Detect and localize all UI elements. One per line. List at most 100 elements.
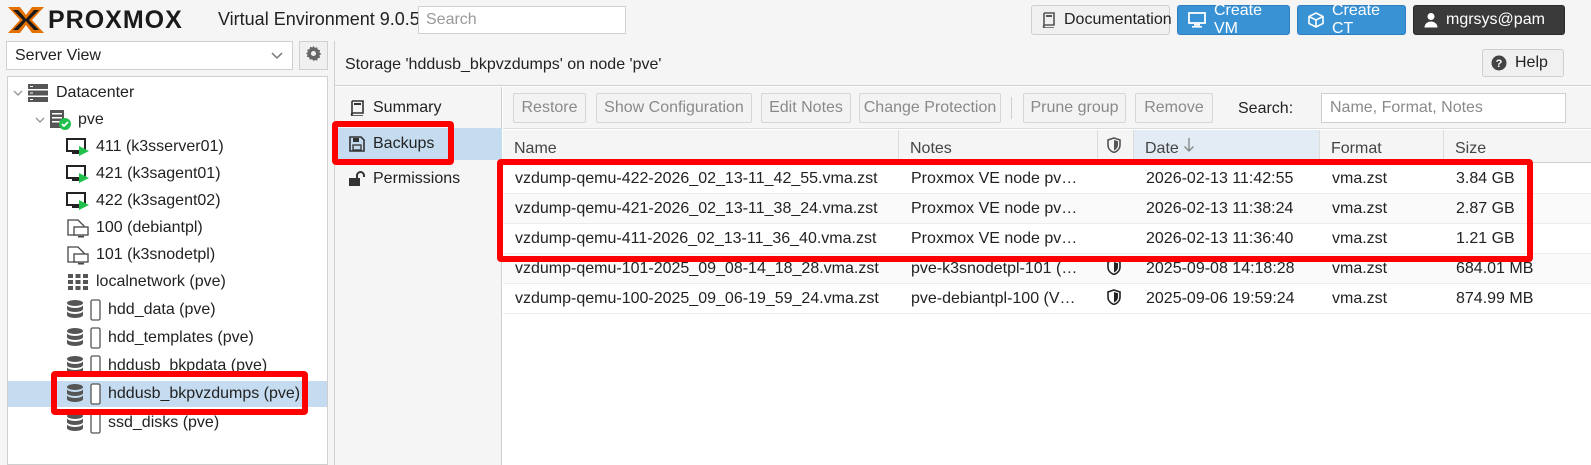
prune-group-button[interactable]: Prune group — [1023, 93, 1126, 123]
tree-item-storage-ssd-disks[interactable]: ssd_disks (pve) — [66, 410, 219, 436]
cell-format: vma.zst — [1332, 290, 1388, 307]
search-label: Search: — [1238, 100, 1294, 117]
column-label: Size — [1455, 140, 1487, 157]
tree-item-label: ssd_disks (pve) — [108, 414, 220, 431]
tree-item-label: hddusb_bkpdata (pve) — [108, 357, 268, 374]
backup-search-input[interactable]: Name, Format, Notes — [1321, 93, 1566, 123]
change-protection-button[interactable]: Change Protection — [859, 93, 1001, 123]
view-settings-button[interactable] — [299, 41, 328, 70]
cell-format: vma.zst — [1332, 260, 1388, 277]
vm-running-icon — [66, 163, 90, 185]
tab-summary[interactable]: Summary — [335, 92, 502, 124]
shield-icon — [1107, 258, 1121, 280]
column-header-protected[interactable] — [1098, 130, 1134, 163]
view-selector[interactable]: Server View — [6, 41, 293, 70]
top-bar: PROXMOX Virtual Environment 9.0.5 Search… — [0, 0, 1591, 41]
cell-notes: Proxmox VE node pv… — [911, 200, 1078, 217]
view-selector-value: Server View — [15, 46, 101, 64]
user-menu-button[interactable]: mgrsys@pam — [1413, 5, 1565, 35]
column-header-notes[interactable]: Notes — [899, 130, 1098, 163]
user-icon — [1424, 12, 1438, 28]
column-label: Date — [1145, 140, 1179, 157]
tree-item-storage-hdd-data[interactable]: hdd_data (pve) — [66, 297, 216, 323]
column-header-format[interactable]: Format — [1320, 130, 1444, 163]
tree-item-label: hddusb_bkpvzdumps (pve) — [108, 385, 301, 402]
chevron-down-icon — [270, 48, 284, 67]
tree-item-label: 100 (debiantpl) — [96, 219, 203, 236]
shield-icon — [1107, 288, 1121, 310]
tree-item-vm-411[interactable]: 411 (k3sserver01) — [66, 134, 224, 160]
column-header-date[interactable]: Date — [1134, 130, 1320, 163]
tree-item-storage-hdd-templates[interactable]: hdd_templates (pve) — [66, 325, 254, 351]
tree-item-label: Datacenter — [56, 84, 135, 101]
tree-item-label: 411 (k3sserver01) — [96, 138, 224, 155]
tab-label: Permissions — [373, 170, 461, 187]
backups-toolbar: Restore Show Configuration Edit Notes Ch… — [503, 87, 1591, 129]
sort-descending-icon — [1183, 137, 1195, 158]
tree-item-storage-hddusb-bkpdata[interactable]: hddusb_bkpdata (pve) — [66, 353, 267, 379]
tree-item-vm-422[interactable]: 422 (k3sagent02) — [66, 188, 221, 214]
tab-backups[interactable]: Backups — [335, 128, 502, 160]
table-row[interactable]: vzdump-qemu-422-2026_02_13-11_42_55.vma.… — [503, 164, 1591, 194]
question-circle-icon: ? — [1491, 55, 1507, 71]
cell-date: 2026-02-13 11:36:40 — [1146, 230, 1294, 247]
show-configuration-button[interactable]: Show Configuration — [596, 93, 752, 123]
content-header: Storage 'hddusb_bkpvzdumps' on node 'pve… — [335, 41, 1591, 86]
tree-item-label: localnetwork (pve) — [96, 273, 226, 290]
table-row[interactable]: vzdump-qemu-411-2026_02_13-11_36_40.vma.… — [503, 224, 1591, 254]
column-header-size[interactable]: Size — [1444, 130, 1591, 163]
tree-item-template-100[interactable]: 100 (debiantpl) — [66, 215, 203, 241]
storage-icon — [66, 327, 102, 349]
column-header-name[interactable]: Name — [503, 130, 899, 163]
create-ct-label: Create CT — [1332, 2, 1381, 37]
table-row[interactable]: vzdump-qemu-101-2025_09_08-14_18_28.vma.… — [503, 254, 1591, 284]
tree-expander-icon[interactable] — [12, 87, 26, 99]
proxmox-logo: PROXMOX — [6, 5, 183, 35]
tree-item-vm-421[interactable]: 421 (k3sagent01) — [66, 161, 221, 187]
cell-size: 1.21 GB — [1456, 230, 1515, 247]
product-version: Virtual Environment 9.0.5 — [218, 9, 420, 29]
table-row[interactable]: vzdump-qemu-421-2026_02_13-11_38_24.vma.… — [503, 194, 1591, 224]
edit-notes-button[interactable]: Edit Notes — [761, 93, 851, 123]
tab-label: Backups — [373, 135, 435, 152]
svg-text:?: ? — [1496, 58, 1503, 70]
tree-item-label: 422 (k3sagent02) — [96, 192, 221, 209]
monitor-icon — [1188, 12, 1206, 28]
help-button[interactable]: ? Help — [1482, 49, 1564, 77]
tab-label: Summary — [373, 99, 442, 116]
create-vm-button[interactable]: Create VM — [1177, 2, 1290, 37]
book-icon — [1042, 12, 1056, 28]
documentation-button[interactable]: Documentation — [1031, 5, 1172, 35]
cell-notes: pve-k3snodetpl-101 (… — [911, 260, 1078, 277]
vm-template-icon — [66, 217, 90, 239]
storage-icon — [66, 299, 102, 321]
storage-icon — [66, 383, 102, 405]
tree-item-label: hdd_data (pve) — [108, 301, 216, 318]
tree-item-storage-hddusb-bkpvzdumps[interactable]: hddusb_bkpvzdumps (pve) — [8, 381, 327, 407]
vm-running-icon — [66, 190, 90, 212]
cell-format: vma.zst — [1332, 230, 1388, 247]
tree-item-template-101[interactable]: 101 (k3snodetpl) — [66, 242, 215, 268]
global-search-input[interactable]: Search — [418, 6, 626, 34]
tab-permissions[interactable]: Permissions — [335, 163, 502, 195]
network-icon — [66, 271, 90, 293]
tree-item-label: pve — [78, 111, 104, 128]
tree-item-localnetwork[interactable]: localnetwork (pve) — [66, 269, 226, 295]
create-ct-button[interactable]: Create CT — [1297, 2, 1406, 37]
table-row[interactable]: vzdump-qemu-100-2025_09_06-19_59_24.vma.… — [503, 284, 1591, 314]
tree-item-datacenter[interactable]: Datacenter — [12, 80, 134, 106]
book-icon — [347, 100, 367, 116]
tree-item-label: 101 (k3snodetpl) — [96, 246, 216, 263]
cell-size: 2.87 GB — [1456, 200, 1515, 217]
remove-button[interactable]: Remove — [1135, 93, 1213, 123]
cell-notes: Proxmox VE node pv… — [911, 230, 1078, 247]
cell-notes: pve-debiantpl-100 (V… — [911, 290, 1076, 307]
cell-notes: Proxmox VE node pv… — [911, 170, 1078, 187]
tree-item-node-pve[interactable]: pve — [34, 107, 104, 133]
tree-expander-icon[interactable] — [34, 114, 48, 126]
shield-icon — [1107, 137, 1121, 158]
restore-button[interactable]: Restore — [513, 93, 586, 123]
resource-panel: Server View Datacenter pve 411 (k3sserve… — [6, 41, 328, 465]
resource-tree: Datacenter pve 411 (k3sserver01) 421 (k3… — [7, 76, 328, 465]
cell-date: 2025-09-06 19:59:24 — [1146, 290, 1295, 307]
